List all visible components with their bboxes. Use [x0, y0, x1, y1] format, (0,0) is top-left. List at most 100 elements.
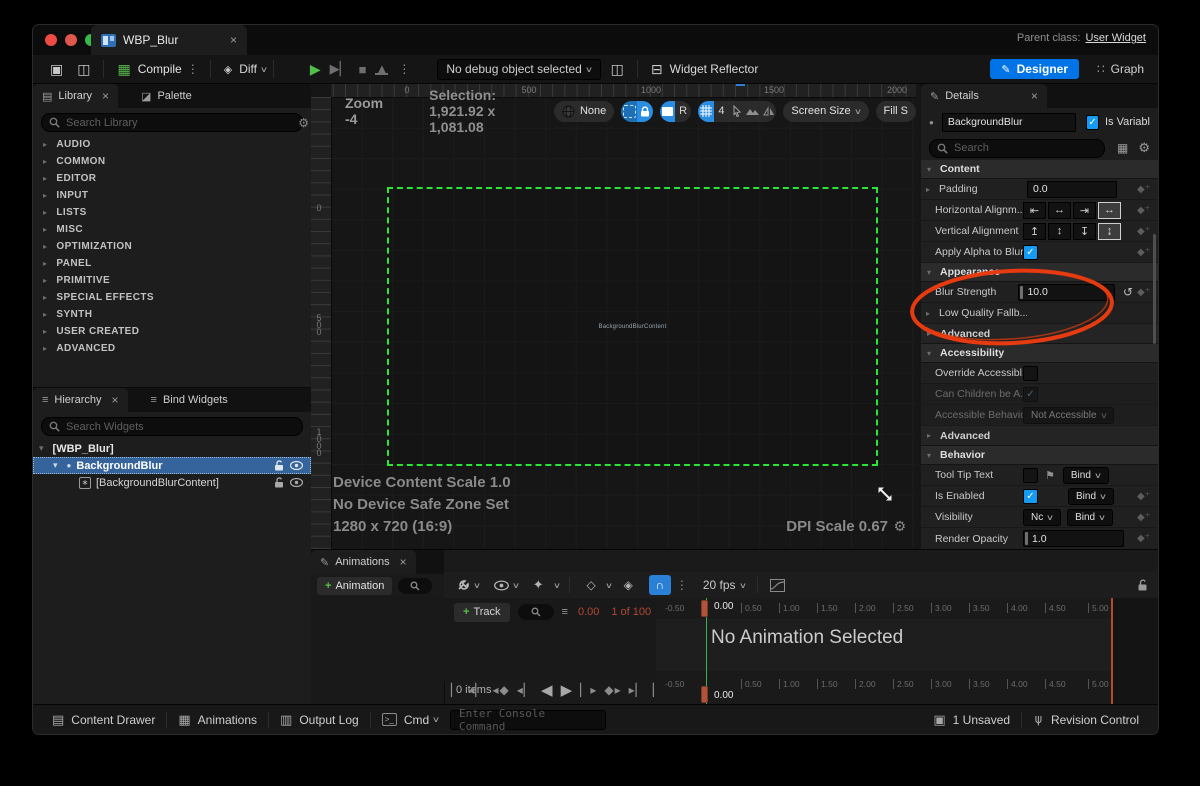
tab-bind-widgets[interactable]: ≡ Bind Widgets: [142, 388, 237, 412]
eye-icon[interactable]: [494, 580, 509, 591]
category-panel[interactable]: ▸PANEL: [33, 255, 311, 272]
visibility-eye-icon[interactable]: [290, 460, 303, 471]
tooltip-checkbox[interactable]: [1023, 468, 1038, 483]
category-primitive[interactable]: ▸PRIMITIVE: [33, 272, 311, 289]
frame-back-button[interactable]: ◂▏: [517, 683, 534, 697]
category-lists[interactable]: ▸LISTS: [33, 204, 311, 221]
selected-widget-outline[interactable]: BackgroundBlurContent: [387, 187, 878, 466]
widget-name-field[interactable]: BackgroundBlur: [942, 113, 1076, 132]
asset-tab[interactable]: WBP_Blur ×: [91, 25, 247, 55]
save-icon[interactable]: ▣: [50, 61, 63, 78]
tooltip-bind-dropdown[interactable]: Bind∨: [1063, 467, 1109, 484]
unlocked-icon[interactable]: [1137, 579, 1148, 591]
close-icon[interactable]: ×: [390, 555, 407, 569]
category-synth[interactable]: ▸SYNTH: [33, 306, 311, 323]
snap-options-icon[interactable]: ⋮: [676, 578, 688, 592]
diff-button[interactable]: Diff: [239, 62, 257, 76]
apply-alpha-checkbox[interactable]: ✓: [1023, 245, 1038, 260]
is-enabled-bind-dropdown[interactable]: Bind∨: [1068, 488, 1114, 505]
playhead-marker-bottom[interactable]: [701, 686, 708, 703]
halign-right-button[interactable]: ⇥: [1073, 202, 1096, 219]
macos-close-button[interactable]: [45, 34, 57, 46]
bind-diamond-icon[interactable]: ◆⁺: [1137, 226, 1150, 237]
compile-button[interactable]: Compile: [138, 62, 182, 76]
eject-button[interactable]: ▲: [375, 64, 388, 75]
browse-asset-icon[interactable]: ◫: [77, 61, 90, 78]
stop-button[interactable]: ■: [359, 62, 367, 77]
localization-flag-icon[interactable]: ⚑: [1045, 469, 1055, 482]
appearance-advanced[interactable]: ▸Advanced: [921, 324, 1158, 344]
details-scrollbar[interactable]: [1153, 234, 1156, 344]
category-special-effects[interactable]: ▸SPECIAL EFFECTS: [33, 289, 311, 306]
visibility-bind-dropdown[interactable]: Bind∨: [1067, 509, 1113, 526]
close-icon[interactable]: ×: [979, 89, 1038, 103]
graph-mode-button[interactable]: ∷ Graph: [1097, 62, 1144, 76]
playhead-marker-top[interactable]: [701, 600, 708, 617]
revision-control-button[interactable]: ⋔ Revision Control: [1022, 712, 1150, 728]
play-reverse-button[interactable]: ◀: [541, 681, 554, 699]
previous-key-button[interactable]: ◂◆: [493, 683, 510, 697]
screen-size-dropdown[interactable]: Screen Size ∨: [783, 101, 868, 122]
console-command-input[interactable]: Enter Console Command: [450, 710, 606, 730]
is-variable-checkbox[interactable]: ✓: [1086, 115, 1099, 130]
current-time[interactable]: 0.00: [578, 606, 599, 618]
bind-diamond-icon[interactable]: ◆⁺: [1137, 512, 1150, 523]
track-search-input[interactable]: [518, 604, 554, 620]
curve-editor-icon[interactable]: [770, 579, 785, 592]
unlocked-icon[interactable]: [274, 477, 284, 488]
close-icon[interactable]: ×: [102, 393, 119, 407]
halign-fill-button[interactable]: ↔: [1098, 202, 1121, 219]
next-key-button[interactable]: ◆▸: [604, 683, 621, 697]
fps-dropdown[interactable]: 20 fps∨: [703, 578, 746, 592]
timeline[interactable]: -0.50 0.50 1.00 1.50 2.00 2.50 3.00 3.50…: [656, 598, 1158, 705]
snap-magnet-toggle[interactable]: ∩: [649, 575, 671, 595]
valign-fill-button[interactable]: ↨: [1098, 223, 1121, 240]
play-button[interactable]: ▶: [310, 61, 321, 78]
is-enabled-checkbox[interactable]: ✓: [1023, 489, 1038, 504]
visibility-eye-icon[interactable]: [290, 477, 303, 488]
valign-bottom-button[interactable]: ↧: [1073, 223, 1096, 240]
bind-diamond-icon[interactable]: ◆⁺: [1137, 287, 1150, 298]
display-filter-icon[interactable]: ▦: [1117, 141, 1128, 155]
add-track-button[interactable]: + Track: [454, 603, 510, 622]
output-log-button[interactable]: ▥ Output Log: [269, 705, 370, 734]
widget-reflector-button[interactable]: Widget Reflector: [670, 62, 759, 76]
grid-snap-size[interactable]: 4: [714, 101, 730, 122]
animation-search-toggle[interactable]: [398, 578, 432, 594]
library-search-input[interactable]: Search Library ⚙: [41, 113, 303, 132]
localization-preview-button[interactable]: None: [554, 101, 614, 122]
section-behavior[interactable]: ▾Behavior: [921, 446, 1158, 465]
outline-mode-toggle[interactable]: [660, 101, 676, 122]
settings-gear-icon[interactable]: ⚙: [1138, 140, 1150, 156]
add-animation-button[interactable]: + Animation: [317, 577, 392, 595]
accessibility-advanced[interactable]: ▸Advanced: [921, 426, 1158, 446]
bind-diamond-icon[interactable]: ◆⁺: [1137, 205, 1150, 216]
can-children-checkbox[interactable]: ✓: [1023, 387, 1038, 402]
tree-row-backgroundblurcontent[interactable]: ∗ [BackgroundBlurContent]: [33, 474, 311, 491]
play-options-icon[interactable]: ⋮: [398, 62, 410, 76]
close-icon[interactable]: ×: [92, 89, 109, 103]
wrench-icon[interactable]: [456, 579, 470, 592]
hierarchy-search-input[interactable]: Search Widgets: [41, 417, 303, 436]
category-optimization[interactable]: ▸OPTIMIZATION: [33, 238, 311, 255]
category-audio[interactable]: ▸AUDIO: [33, 136, 311, 153]
macos-minimize-button[interactable]: [65, 34, 77, 46]
keyframe-diamond-icon[interactable]: ◇: [586, 578, 595, 592]
step-back-button[interactable]: ◂▏: [468, 683, 485, 697]
tree-row-root[interactable]: ▾[WBP_Blur]: [33, 440, 311, 457]
close-icon[interactable]: ×: [220, 33, 237, 47]
designer-mode-button[interactable]: ✎ Designer: [990, 59, 1079, 79]
gear-icon[interactable]: ⚙: [298, 116, 309, 130]
blur-strength-input[interactable]: 10.0: [1018, 284, 1115, 301]
bind-diamond-icon[interactable]: ◆⁺: [1137, 247, 1150, 258]
cursor-tool-icon[interactable]: [729, 101, 745, 122]
keyframe-settings-icon[interactable]: ✦: [533, 577, 544, 593]
filter-icon[interactable]: ≡: [562, 606, 568, 618]
render-opacity-input[interactable]: 1.0: [1023, 530, 1124, 547]
designer-viewport[interactable]: 0 500 1000 1500 2000 0 500 1000 Zoom -4 …: [311, 84, 916, 549]
step-forward-button[interactable]: ▸▏: [629, 683, 646, 697]
category-input[interactable]: ▸INPUT: [33, 187, 311, 204]
details-search-input[interactable]: Search: [929, 139, 1105, 158]
bind-diamond-icon[interactable]: ◆⁺: [1137, 491, 1150, 502]
accessible-behavior-dropdown[interactable]: Not Accessible∨: [1023, 407, 1114, 424]
